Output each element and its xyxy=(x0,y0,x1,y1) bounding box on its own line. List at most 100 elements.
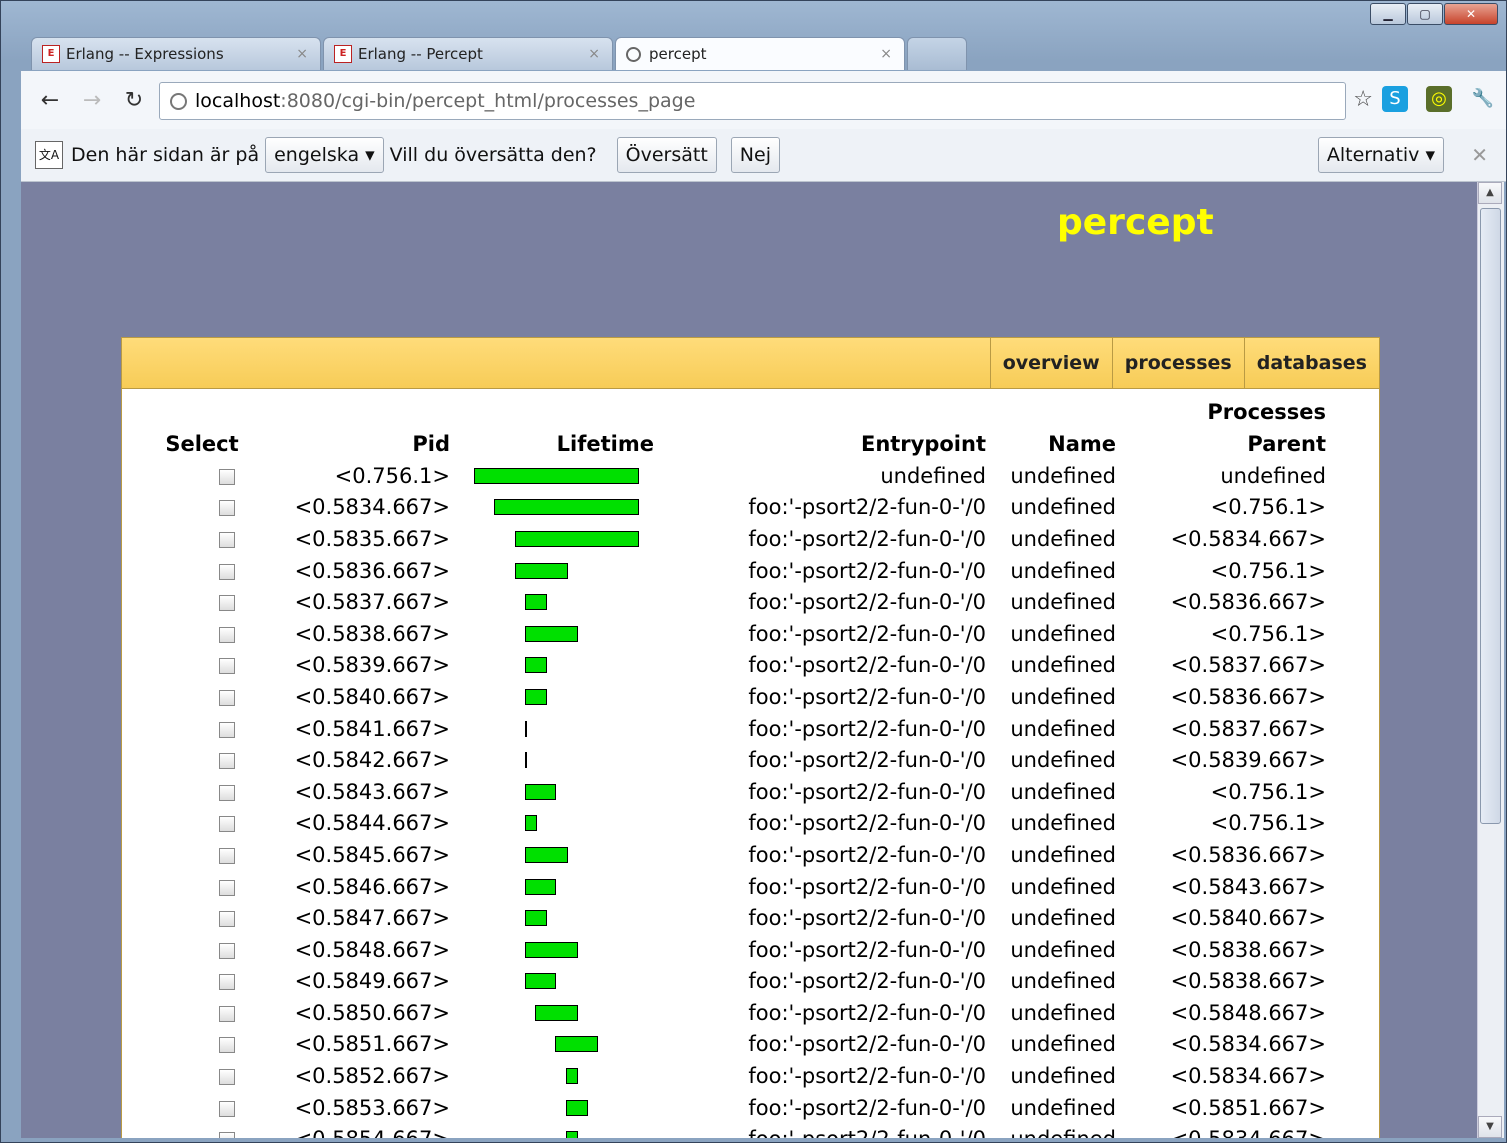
parent-cell[interactable]: <0.5839.667> xyxy=(1116,744,1326,776)
parent-cell[interactable]: <0.5834.667> xyxy=(1116,1123,1326,1138)
menu-overview[interactable]: overview xyxy=(989,338,1112,388)
select-checkbox[interactable] xyxy=(219,847,235,864)
forward-icon[interactable]: → xyxy=(79,88,105,113)
select-checkbox[interactable] xyxy=(219,753,235,770)
parent-cell[interactable]: undefined xyxy=(1116,460,1326,492)
select-checkbox[interactable] xyxy=(219,1037,235,1054)
parent-cell[interactable]: <0.5838.667> xyxy=(1116,934,1326,966)
page-info-icon[interactable] xyxy=(170,92,187,110)
parent-cell[interactable]: <0.5834.667> xyxy=(1116,1029,1326,1061)
no-button[interactable]: Nej xyxy=(730,137,780,173)
reload-icon[interactable]: ↻ xyxy=(121,88,147,113)
pid-cell[interactable]: <0.5841.667> xyxy=(282,713,454,745)
close-tab-icon[interactable]: × xyxy=(588,46,600,62)
scroll-down-icon[interactable]: ▼ xyxy=(1478,1116,1502,1138)
select-checkbox[interactable] xyxy=(219,911,235,928)
entrypoint-cell: foo:'-psort2/2-fun-0-'/0 xyxy=(748,716,986,741)
new-tab-button[interactable] xyxy=(907,37,967,70)
pid-cell[interactable]: <0.5839.667> xyxy=(282,650,454,682)
pid-cell[interactable]: <0.5848.667> xyxy=(282,934,454,966)
parent-cell[interactable]: <0.756.1> xyxy=(1116,555,1326,587)
entrypoint-cell: foo:'-psort2/2-fun-0-'/0 xyxy=(748,1064,986,1089)
pid-cell[interactable]: <0.5844.667> xyxy=(282,808,454,840)
pid-cell[interactable]: <0.5845.667> xyxy=(282,839,454,871)
select-checkbox[interactable] xyxy=(219,974,235,991)
select-checkbox[interactable] xyxy=(219,1132,235,1138)
close-tab-icon[interactable]: × xyxy=(296,46,308,62)
scroll-up-icon[interactable]: ▲ xyxy=(1478,182,1502,204)
parent-cell[interactable]: <0.5834.667> xyxy=(1116,523,1326,555)
pid-cell[interactable]: <0.5853.667> xyxy=(282,1092,454,1124)
parent-cell[interactable]: <0.5851.667> xyxy=(1116,1092,1326,1124)
parent-cell[interactable]: <0.5848.667> xyxy=(1116,997,1326,1029)
tab-erlang-percept[interactable]: E Erlang -- Percept × xyxy=(323,37,613,70)
skype-extension-icon[interactable]: S xyxy=(1382,86,1408,112)
select-checkbox[interactable] xyxy=(219,689,235,706)
lifetime-bar xyxy=(525,752,528,769)
minimize-button[interactable]: ▁ xyxy=(1370,3,1406,25)
parent-cell[interactable]: <0.756.1> xyxy=(1116,808,1326,840)
pid-cell[interactable]: <0.5849.667> xyxy=(282,966,454,998)
extension-icon[interactable]: ◎ xyxy=(1426,86,1452,112)
pid-cell[interactable]: <0.5852.667> xyxy=(282,1060,454,1092)
select-checkbox[interactable] xyxy=(219,879,235,896)
parent-cell[interactable]: <0.5836.667> xyxy=(1116,681,1326,713)
pid-cell[interactable]: <0.5838.667> xyxy=(282,618,454,650)
parent-cell[interactable]: <0.5837.667> xyxy=(1116,650,1326,682)
back-icon[interactable]: ← xyxy=(37,88,63,113)
close-translate-bar-icon[interactable]: ✕ xyxy=(1471,143,1488,167)
pid-cell[interactable]: <0.5836.667> xyxy=(282,555,454,587)
tab-percept[interactable]: percept × xyxy=(615,37,905,70)
scroll-thumb[interactable] xyxy=(1480,208,1501,824)
maximize-button[interactable]: ▢ xyxy=(1407,3,1443,25)
pid-cell[interactable]: <0.5843.667> xyxy=(282,776,454,808)
select-checkbox[interactable] xyxy=(219,626,235,643)
select-checkbox[interactable] xyxy=(219,531,235,548)
pid-cell[interactable]: <0.5835.667> xyxy=(282,523,454,555)
select-checkbox[interactable] xyxy=(219,658,235,675)
close-tab-icon[interactable]: × xyxy=(880,46,892,62)
select-checkbox[interactable] xyxy=(219,721,235,738)
pid-cell[interactable]: <0.5837.667> xyxy=(282,586,454,618)
parent-cell[interactable]: <0.5837.667> xyxy=(1116,713,1326,745)
select-checkbox[interactable] xyxy=(219,595,235,612)
close-window-button[interactable]: ✕ xyxy=(1444,3,1498,25)
parent-cell[interactable]: <0.5838.667> xyxy=(1116,966,1326,998)
tab-erlang-expressions[interactable]: E Erlang -- Expressions × xyxy=(31,37,321,70)
select-checkbox[interactable] xyxy=(219,942,235,959)
pid-cell[interactable]: <0.5834.667> xyxy=(282,492,454,524)
menu-processes[interactable]: processes xyxy=(1111,338,1244,388)
parent-cell[interactable]: <0.5834.667> xyxy=(1116,1060,1326,1092)
vertical-scrollbar[interactable]: ▲ ▼ xyxy=(1477,182,1504,1138)
pid-cell[interactable]: <0.5846.667> xyxy=(282,871,454,903)
parent-cell[interactable]: <0.5840.667> xyxy=(1116,902,1326,934)
wrench-icon[interactable]: 🔧 xyxy=(1470,86,1496,112)
select-checkbox[interactable] xyxy=(219,784,235,801)
name-cell: undefined xyxy=(1010,558,1116,583)
options-button[interactable]: Alternativ ▾ xyxy=(1317,137,1444,173)
address-bar[interactable]: localhost:8080/cgi-bin/percept_html/proc… xyxy=(159,82,1373,120)
pid-cell[interactable]: <0.5840.667> xyxy=(282,681,454,713)
select-checkbox[interactable] xyxy=(219,1005,235,1022)
parent-cell[interactable]: <0.756.1> xyxy=(1116,492,1326,524)
language-select[interactable]: engelska ▾ xyxy=(265,137,384,173)
pid-cell[interactable]: <0.756.1> xyxy=(282,460,454,492)
select-checkbox[interactable] xyxy=(219,563,235,580)
pid-cell[interactable]: <0.5847.667> xyxy=(282,902,454,934)
menu-databases[interactable]: databases xyxy=(1243,338,1379,388)
parent-cell[interactable]: <0.756.1> xyxy=(1116,776,1326,808)
select-checkbox[interactable] xyxy=(219,816,235,833)
select-checkbox[interactable] xyxy=(219,468,235,485)
parent-cell[interactable]: <0.5836.667> xyxy=(1116,586,1326,618)
parent-cell[interactable]: <0.5836.667> xyxy=(1116,839,1326,871)
parent-cell[interactable]: <0.5843.667> xyxy=(1116,871,1326,903)
parent-cell[interactable]: <0.756.1> xyxy=(1116,618,1326,650)
pid-cell[interactable]: <0.5854.667> xyxy=(282,1123,454,1138)
pid-cell[interactable]: <0.5842.667> xyxy=(282,744,454,776)
select-checkbox[interactable] xyxy=(219,1069,235,1086)
pid-cell[interactable]: <0.5850.667> xyxy=(282,997,454,1029)
select-checkbox[interactable] xyxy=(219,500,235,517)
translate-button[interactable]: Översätt xyxy=(616,137,717,173)
pid-cell[interactable]: <0.5851.667> xyxy=(282,1029,454,1061)
select-checkbox[interactable] xyxy=(219,1100,235,1117)
